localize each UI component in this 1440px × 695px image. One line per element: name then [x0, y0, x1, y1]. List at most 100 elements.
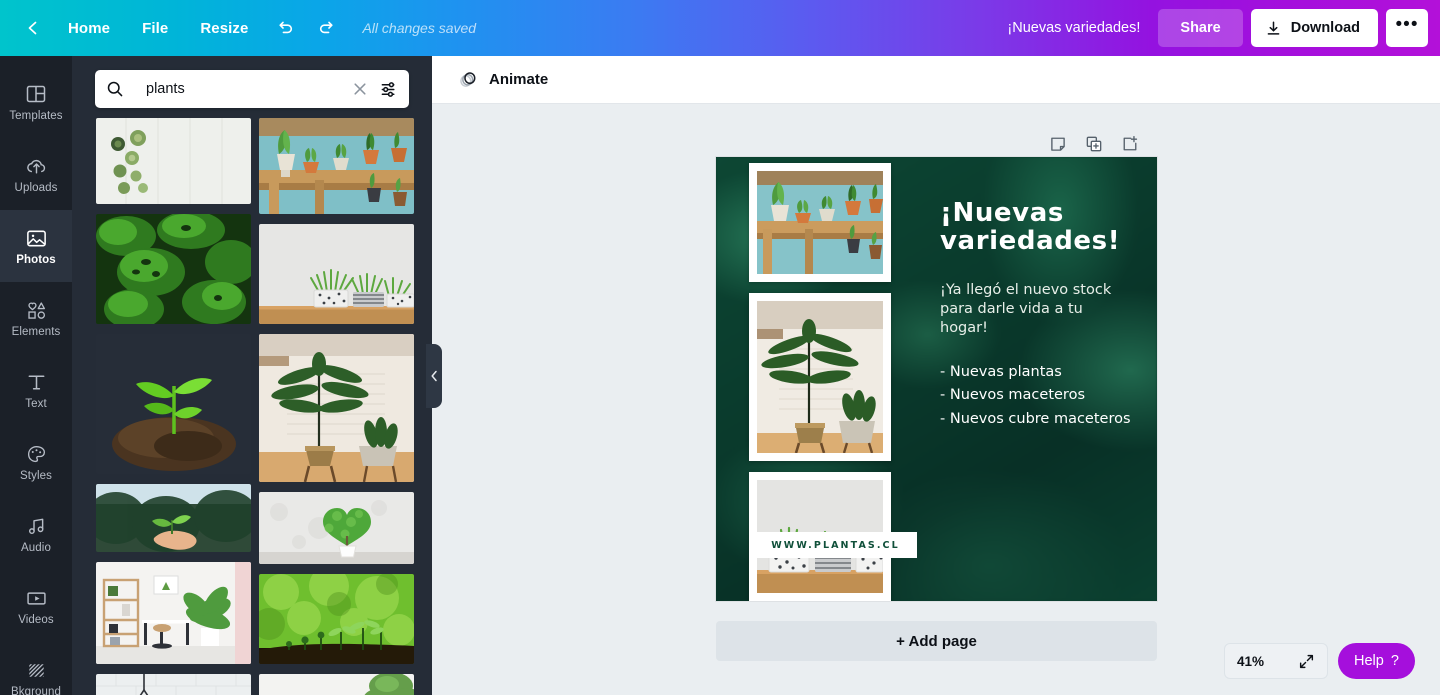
- design-headline: ¡Nuevas variedades!: [940, 198, 1121, 257]
- design-cta-button[interactable]: WWW.PLANTAS.CL: [754, 532, 917, 558]
- elements-icon: [25, 297, 48, 323]
- expand-icon: [1299, 654, 1314, 668]
- document-title[interactable]: ¡Nuevas variedades!: [1007, 20, 1140, 36]
- collapse-panel-button[interactable]: [426, 344, 442, 408]
- design-photo-tall-palm-in-gold-planter[interactable]: [749, 293, 891, 461]
- photo-result-green-bokeh-sprouts[interactable]: [259, 574, 414, 664]
- undo-button[interactable]: [266, 9, 304, 47]
- menu-file[interactable]: File: [126, 10, 184, 46]
- top-toolbar: Home File Resize All changes saved ¡Nuev…: [0, 0, 1440, 56]
- pendant-lamp-brick-wall-thumb: [96, 674, 251, 695]
- sidebar-item-audio[interactable]: Audio: [0, 498, 72, 570]
- sidebar-label: Templates: [9, 110, 63, 123]
- add-page-icon: [1123, 135, 1138, 151]
- design-copy-block: ¡Nuevas variedades! ¡Ya llegó el nuevo s…: [902, 157, 1157, 601]
- templates-icon: [25, 81, 47, 107]
- notes-icon: [1051, 137, 1065, 151]
- sidebar-item-styles[interactable]: Styles: [0, 426, 72, 498]
- menu-resize[interactable]: Resize: [184, 10, 264, 46]
- download-icon: [1267, 21, 1280, 35]
- photo-result-seedling-in-soil[interactable]: [96, 334, 251, 474]
- filter-sliders-icon: [381, 81, 395, 97]
- sidebar-label: Audio: [21, 542, 51, 555]
- duplicate-page-button[interactable]: [1080, 130, 1108, 158]
- left-rail: Templates Uploads Photos Elements Text S…: [0, 56, 72, 695]
- sidebar-label: Photos: [16, 254, 56, 267]
- design-bullet: - Nuevos maceteros: [940, 387, 1085, 404]
- palm-plant-by-window-thumb: [259, 334, 414, 482]
- duplicate-page-icon: [1086, 136, 1102, 152]
- design-bullet: - Nuevas plantas: [940, 363, 1062, 380]
- heart-shaped-topiary-thumb: [259, 492, 414, 564]
- design-photo-shelf-of-potted-plants[interactable]: [749, 163, 891, 282]
- search-box[interactable]: [95, 70, 409, 108]
- chevron-left-icon: [28, 21, 37, 35]
- more-options-button[interactable]: •••: [1386, 9, 1428, 47]
- notes-button[interactable]: [1044, 130, 1072, 158]
- design-bullet: - Nuevos cubre maceteros: [940, 410, 1131, 427]
- search-area: [95, 70, 409, 108]
- help-label: Help: [1354, 653, 1384, 669]
- photo-result-white-wall-with-plant[interactable]: [259, 674, 414, 695]
- tall-palm-in-gold-planter-image: [757, 301, 883, 453]
- zoom-control[interactable]: 41%: [1224, 643, 1328, 679]
- sidebar-item-elements[interactable]: Elements: [0, 282, 72, 354]
- undo-icon: [279, 21, 293, 34]
- sidebar-item-templates[interactable]: Templates: [0, 66, 72, 138]
- redo-icon: [320, 21, 334, 34]
- sidebar-item-videos[interactable]: Videos: [0, 570, 72, 642]
- sidebar-item-text[interactable]: Text: [0, 354, 72, 426]
- photo-result-monstera-leaves-closeup[interactable]: [96, 214, 251, 324]
- back-button[interactable]: [14, 0, 52, 56]
- photo-result-grass-pots-wood-table[interactable]: [259, 224, 414, 324]
- photo-result-hand-holding-seedling[interactable]: [96, 484, 251, 552]
- photo-result-heart-shaped-topiary[interactable]: [259, 492, 414, 564]
- sidebar-label: Videos: [18, 614, 54, 627]
- hand-holding-seedling-thumb: [96, 484, 251, 552]
- photo-result-home-office-with-palm[interactable]: [96, 562, 251, 664]
- canvas-area: ¡Nuevas variedades! ¡Ya llegó el nuevo s…: [432, 104, 1440, 695]
- add-page-button[interactable]: [1116, 130, 1144, 158]
- photos-panel: [72, 56, 432, 695]
- palette-icon: [25, 441, 48, 467]
- grass-pots-wood-table-thumb: [259, 224, 414, 324]
- sidebar-label: Elements: [11, 326, 61, 339]
- add-page-bar[interactable]: + Add page: [716, 621, 1157, 661]
- background-hatch-icon: [25, 657, 48, 683]
- animate-label: Animate: [489, 71, 549, 88]
- filter-button[interactable]: [380, 80, 399, 99]
- sidebar-item-photos[interactable]: Photos: [0, 210, 72, 282]
- animate-button[interactable]: Animate: [446, 62, 560, 98]
- sidebar-item-bkground[interactable]: Bkground: [0, 642, 72, 695]
- download-button[interactable]: Download: [1250, 9, 1378, 47]
- seedling-in-soil-thumb: [96, 334, 251, 474]
- redo-button[interactable]: [308, 9, 346, 47]
- clear-search-button[interactable]: [352, 81, 368, 97]
- photo-result-palm-plant-by-window[interactable]: [259, 334, 414, 482]
- shelf-of-potted-plants-image: [757, 171, 883, 274]
- animate-rings-icon: [458, 69, 479, 90]
- sidebar-label: Uploads: [14, 182, 58, 195]
- photo-results-grid: [72, 118, 432, 695]
- page-tools: [1044, 130, 1144, 158]
- green-bokeh-sprouts-thumb: [259, 574, 414, 664]
- expand-button[interactable]: [1298, 653, 1315, 670]
- photo-result-pendant-lamp-brick-wall[interactable]: [96, 674, 251, 695]
- close-icon: [354, 83, 366, 95]
- download-label: Download: [1290, 20, 1360, 36]
- search-input[interactable]: [132, 81, 344, 97]
- sidebar-item-uploads[interactable]: Uploads: [0, 138, 72, 210]
- photo-result-succulents-on-white-wood[interactable]: [96, 118, 251, 204]
- chevron-left-icon: [430, 370, 437, 382]
- sidebar-label: Text: [25, 398, 47, 411]
- share-button[interactable]: Share: [1158, 9, 1243, 47]
- potted-plants-on-shelf-thumb: [259, 118, 414, 214]
- text-icon: [25, 369, 48, 395]
- menu-home[interactable]: Home: [52, 10, 126, 46]
- photo-result-potted-plants-on-shelf[interactable]: [259, 118, 414, 214]
- upload-cloud-icon: [25, 153, 48, 179]
- help-button[interactable]: Help ?: [1338, 643, 1415, 679]
- zoom-level-label: 41%: [1237, 653, 1265, 669]
- design-page[interactable]: ¡Nuevas variedades! ¡Ya llegó el nuevo s…: [716, 157, 1157, 601]
- photo-icon: [25, 225, 48, 251]
